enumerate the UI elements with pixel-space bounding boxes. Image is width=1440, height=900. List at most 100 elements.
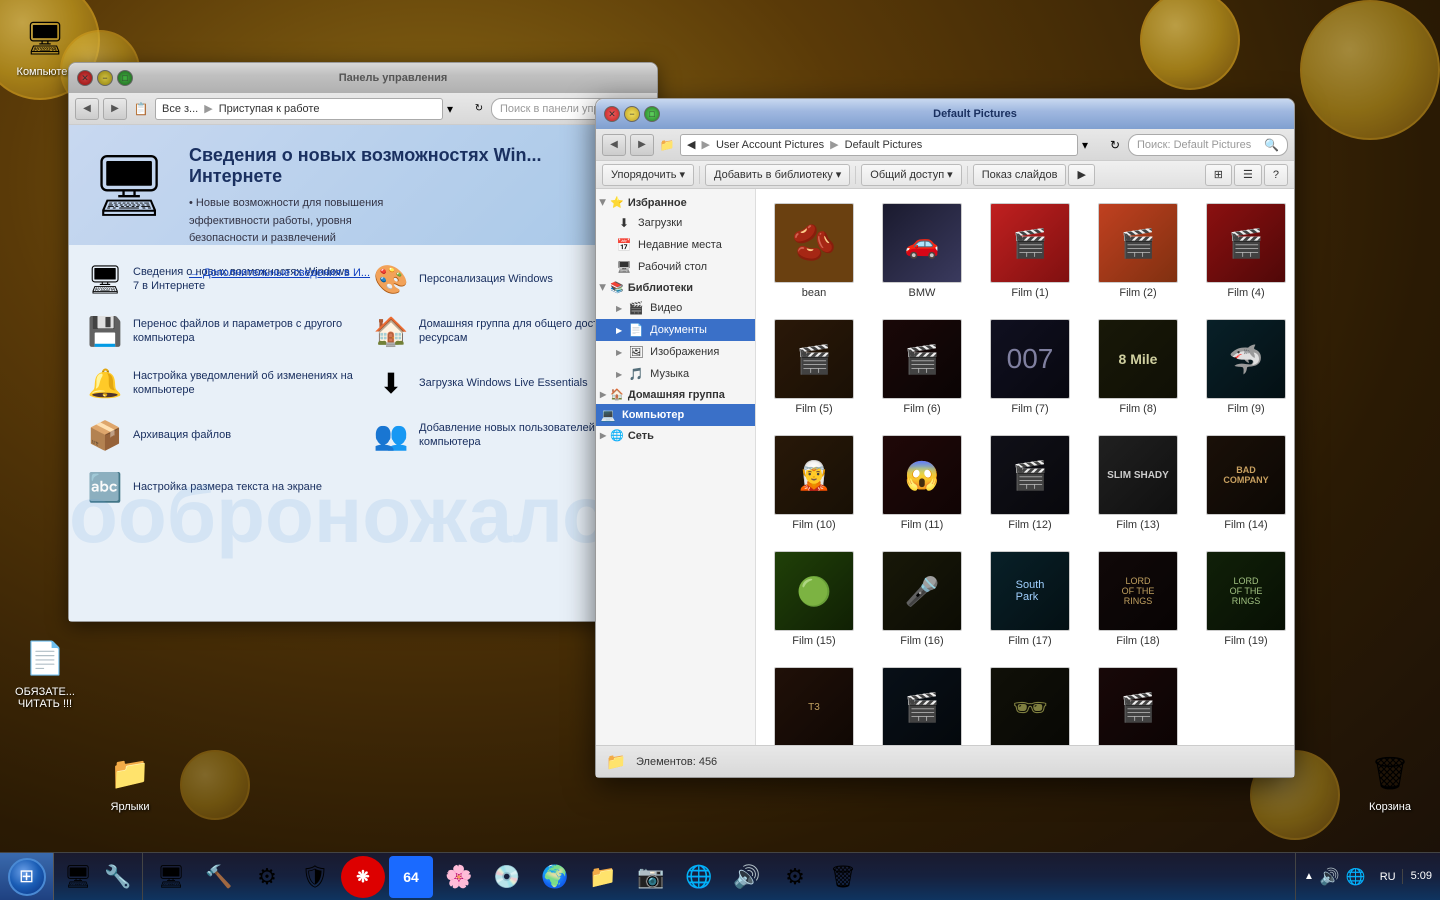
cmdbar-slideshow[interactable]: Показ слайдов bbox=[973, 164, 1067, 186]
file-item-film2[interactable]: 🎬 Film (2) bbox=[1088, 197, 1188, 305]
file-item-film9[interactable]: 🦈 Film (9) bbox=[1196, 313, 1294, 421]
sidebar-item-documents[interactable]: ▶ 📄 Документы bbox=[596, 319, 755, 341]
file-item-bmw[interactable]: 🚗 BMW bbox=[872, 197, 972, 305]
cp-refresh-icon[interactable]: ↻ bbox=[471, 101, 487, 117]
sidebar-section-libraries[interactable]: ▶ 📚 Библиотеки bbox=[596, 278, 755, 297]
cp-forward-button[interactable]: ▶ bbox=[103, 98, 127, 120]
cp-min-button[interactable]: − bbox=[97, 70, 113, 86]
file-item-film11[interactable]: 😱 Film (11) bbox=[872, 429, 972, 537]
file-item-film1[interactable]: 🎬 Film (1) bbox=[980, 197, 1080, 305]
fe-min-button[interactable]: − bbox=[624, 106, 640, 122]
taskbar-app-11[interactable]: 📷 bbox=[629, 856, 673, 898]
fe-address-dropdown[interactable]: ▾ bbox=[1082, 135, 1102, 155]
cp-close-button[interactable]: ✕ bbox=[77, 70, 93, 86]
taskbar-app-2[interactable]: 🔨 bbox=[197, 856, 241, 898]
file-item-film10[interactable]: 🧝 Film (10) bbox=[764, 429, 864, 537]
fe-title: Default Pictures bbox=[664, 108, 1286, 120]
cp-max-button[interactable]: □ bbox=[117, 70, 133, 86]
cp-item-8[interactable]: 🔤 Настройка размера текста на экране bbox=[77, 461, 363, 513]
taskbar-app-7[interactable]: 🌸 bbox=[437, 856, 481, 898]
taskbar-app-12[interactable]: 🌐 bbox=[677, 856, 721, 898]
cp-item-2[interactable]: 💾 Перенос файлов и параметров с другого … bbox=[77, 305, 363, 357]
desktop-icon-shortcuts[interactable]: 📁 Ярлыки bbox=[90, 745, 170, 817]
sidebar-item-images[interactable]: ▶ 🖼 Изображения bbox=[596, 341, 755, 363]
fe-search-box[interactable]: Поиск: Default Pictures 🔍 bbox=[1128, 134, 1288, 156]
cmdbar-slideshow-play[interactable]: ▶ bbox=[1068, 164, 1094, 186]
sidebar-item-computer[interactable]: 💻 Компьютер bbox=[596, 404, 755, 426]
taskbar-app-10[interactable]: 📁 bbox=[581, 856, 625, 898]
taskbar-app-15[interactable]: 🗑 bbox=[821, 856, 865, 898]
file-item-film19[interactable]: LORDOF THERINGS Film (19) bbox=[1196, 545, 1294, 653]
taskbar-app-14[interactable]: ⚙ bbox=[773, 856, 817, 898]
file-item-film8[interactable]: 8 Mile Film (8) bbox=[1088, 313, 1188, 421]
sidebar-item-desktop[interactable]: 🖥 Рабочий стол bbox=[596, 256, 755, 278]
cmdbar-help[interactable]: ? bbox=[1264, 164, 1288, 186]
sidebar-section-favorites[interactable]: ▶ ⭐ Избранное bbox=[596, 193, 755, 212]
downloads-label: Загрузки bbox=[638, 217, 682, 229]
cp-item-6[interactable]: 📦 Архивация файлов bbox=[77, 409, 363, 461]
fe-max-button[interactable]: □ bbox=[644, 106, 660, 122]
sidebar-item-video[interactable]: ▶ 🎬 Видео bbox=[596, 297, 755, 319]
cp-banner-title: Сведения о новых возможностях Win...Инте… bbox=[189, 145, 637, 187]
taskbar-app-9[interactable]: 🌍 bbox=[533, 856, 577, 898]
taskbar-app-1[interactable]: 🖥 bbox=[149, 856, 193, 898]
file-name-bean: bean bbox=[802, 287, 826, 299]
taskbar-icon-computer[interactable]: 🖥 bbox=[60, 859, 96, 895]
fe-back-button[interactable]: ◀ bbox=[602, 134, 626, 156]
file-item-film12[interactable]: 🎬 Film (12) bbox=[980, 429, 1080, 537]
file-item-film13[interactable]: SLIM SHADY Film (13) bbox=[1088, 429, 1188, 537]
sidebar-item-downloads[interactable]: ⬇ Загрузки bbox=[596, 212, 755, 234]
file-item-film23[interactable]: 🎬 Film (23) bbox=[1088, 661, 1188, 745]
file-item-film21[interactable]: 🎬 Film (21) bbox=[872, 661, 972, 745]
taskbar-start-button[interactable]: ⊞ bbox=[0, 853, 54, 900]
sidebar-item-music[interactable]: ▶ 🎵 Музыка bbox=[596, 363, 755, 385]
file-item-film22[interactable]: 🕶 Film (22) bbox=[980, 661, 1080, 745]
cmdbar-share[interactable]: Общий доступ ▾ bbox=[861, 164, 961, 186]
taskbar-app-6[interactable]: 64 bbox=[389, 856, 433, 898]
taskbar-icon-tools[interactable]: 🔧 bbox=[100, 859, 136, 895]
cmdbar-organize-label: Упорядочить bbox=[611, 169, 676, 181]
file-item-film5[interactable]: 🎬 Film (5) bbox=[764, 313, 864, 421]
file-explorer-window: ✕ − □ Default Pictures ◀ ▶ 📁 ◀ ▶ User Ac… bbox=[595, 98, 1295, 778]
cp-item-4[interactable]: 🔔 Настройка уведомлений об изменениях на… bbox=[77, 357, 363, 409]
file-item-film7[interactable]: 007 Film (7) bbox=[980, 313, 1080, 421]
file-item-film6[interactable]: 🎬 Film (6) bbox=[872, 313, 972, 421]
cp-back-button[interactable]: ◀ bbox=[75, 98, 99, 120]
taskbar-app-3[interactable]: ⚙ bbox=[245, 856, 289, 898]
taskbar-app-5[interactable]: ❋ bbox=[341, 856, 385, 898]
desktop-icon-obligatory[interactable]: 📄 ОБЯЗАТЕ... ЧИТАТЬ !!! bbox=[5, 630, 85, 714]
taskbar-app-8[interactable]: 💿 bbox=[485, 856, 529, 898]
sidebar-section-network[interactable]: ▶ 🌐 Сеть bbox=[596, 426, 755, 445]
file-item-film18[interactable]: LORDOF THERINGS Film (18) bbox=[1088, 545, 1188, 653]
file-item-film16[interactable]: 🎤 Film (16) bbox=[872, 545, 972, 653]
fe-forward-button[interactable]: ▶ bbox=[630, 134, 654, 156]
tray-arrow[interactable]: ▲ bbox=[1304, 871, 1314, 882]
file-item-bean[interactable]: 🫘 bean bbox=[764, 197, 864, 305]
file-name-film7: Film (7) bbox=[1011, 403, 1048, 415]
taskbar-app-4[interactable]: 🛡 bbox=[293, 856, 337, 898]
documents-chevron: ▶ bbox=[616, 326, 622, 335]
cp-address-bar[interactable]: Все з... ▶ Приступая к работе bbox=[155, 98, 443, 120]
taskbar-app-13[interactable]: 🔊 bbox=[725, 856, 769, 898]
sidebar-item-recent[interactable]: 📅 Недавние места bbox=[596, 234, 755, 256]
file-item-film14[interactable]: BADCOMPANY Film (14) bbox=[1196, 429, 1294, 537]
file-item-film20[interactable]: T3 Film (20) bbox=[764, 661, 864, 745]
fe-file-grid-container[interactable]: 🫘 bean 🚗 BMW 🎬 Film (1) 🎬 Film (2) bbox=[756, 189, 1294, 745]
desktop-icon-basket[interactable]: 🗑 Корзина bbox=[1350, 745, 1430, 817]
cmdbar-view-toggle[interactable]: ⊞ bbox=[1205, 164, 1232, 186]
sidebar-section-homegroup[interactable]: ▶ 🏠 Домашняя группа bbox=[596, 385, 755, 404]
fe-refresh-icon[interactable]: ↻ bbox=[1106, 136, 1124, 154]
file-thumb-film17: SouthPark bbox=[990, 551, 1070, 631]
cmdbar-organize[interactable]: Упорядочить ▾ bbox=[602, 164, 694, 186]
cmdbar-add-library[interactable]: Добавить в библиотеку ▾ bbox=[705, 164, 850, 186]
fe-address-bar[interactable]: ◀ ▶ User Account Pictures ▶ Default Pict… bbox=[680, 134, 1078, 156]
file-item-film4[interactable]: 🎬 Film (4) bbox=[1196, 197, 1294, 305]
cp-address-dropdown[interactable]: ▾ bbox=[447, 99, 467, 119]
taskbar: ⊞ 🖥 🔧 🖥 🔨 ⚙ 🛡 ❋ 64 🌸 💿 🌍 📁 📷 🌐 🔊 ⚙ 🗑 ▲ bbox=[0, 852, 1440, 900]
cp-more-link[interactable]: → Дополнительные сведения в И... bbox=[189, 267, 370, 279]
cmdbar-view-details[interactable]: ☰ bbox=[1234, 164, 1262, 186]
file-item-film17[interactable]: SouthPark Film (17) bbox=[980, 545, 1080, 653]
fe-close-button[interactable]: ✕ bbox=[604, 106, 620, 122]
file-item-film15[interactable]: 🟢 Film (15) bbox=[764, 545, 864, 653]
taskbar-lang[interactable]: RU bbox=[1374, 871, 1402, 883]
